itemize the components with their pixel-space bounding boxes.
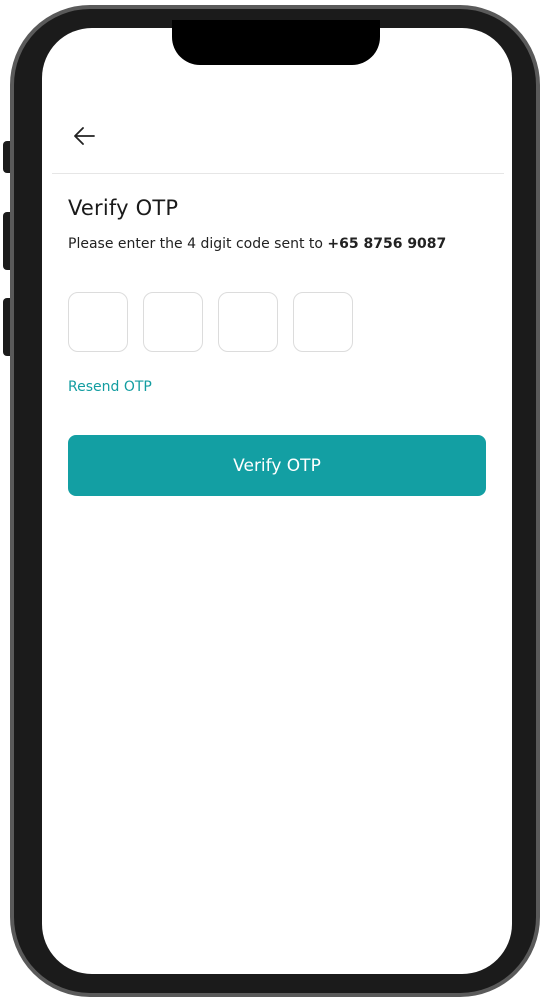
otp-digit-1[interactable]	[68, 292, 128, 352]
header-divider	[52, 173, 504, 174]
phone-number: +65 8756 9087	[327, 236, 447, 252]
phone-notch	[172, 20, 380, 65]
phone-screen	[42, 28, 512, 974]
page-subtitle: Please enter the 4 digit code sent to +6…	[68, 236, 446, 252]
resend-otp-link[interactable]: Resend OTP	[68, 379, 152, 395]
verify-otp-button[interactable]: Verify OTP	[68, 435, 486, 496]
otp-digit-3[interactable]	[218, 292, 278, 352]
otp-digit-4[interactable]	[293, 292, 353, 352]
otp-input-group	[68, 292, 353, 352]
otp-digit-2[interactable]	[143, 292, 203, 352]
subtitle-text: Please enter the 4 digit code sent to	[68, 236, 328, 252]
back-button[interactable]	[70, 124, 98, 152]
page-title: Verify OTP	[68, 196, 179, 220]
arrow-left-icon	[73, 127, 95, 149]
